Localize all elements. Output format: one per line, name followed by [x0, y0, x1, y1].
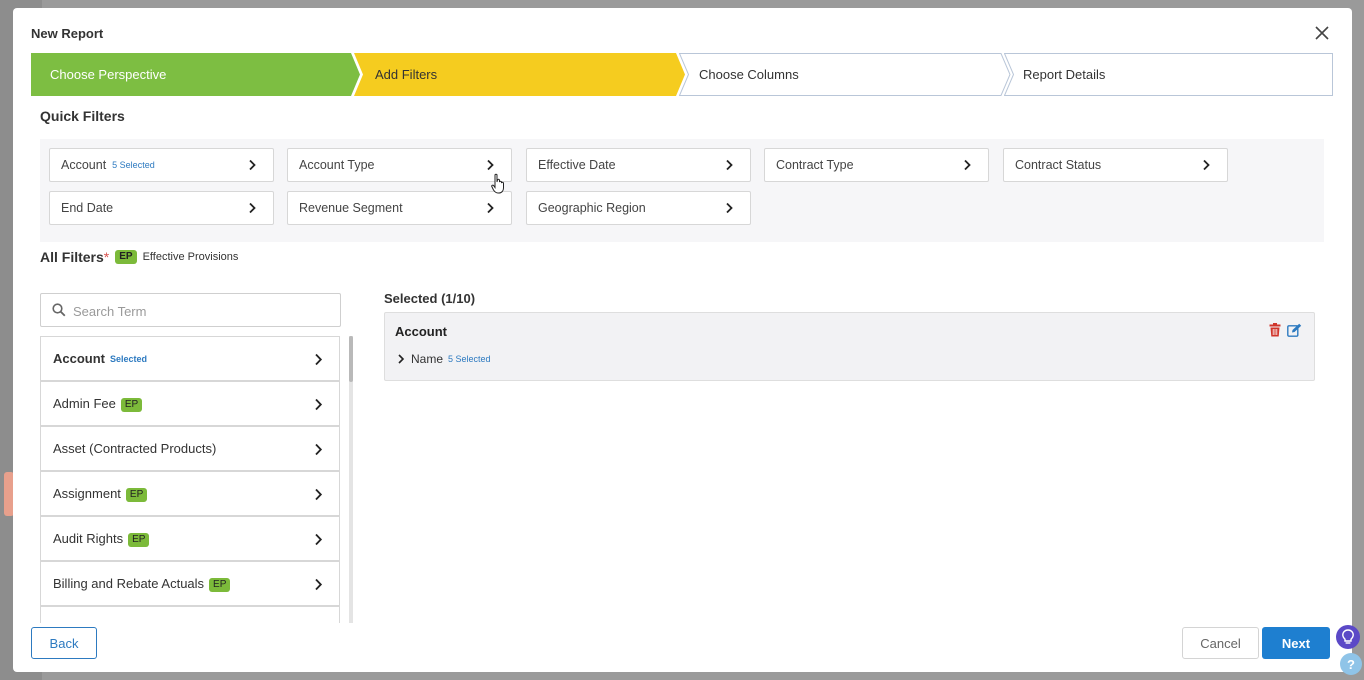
chevron-right-icon [315, 353, 323, 366]
selected-count: 5 Selected [112, 160, 155, 170]
filter-item-label: Billing and Rebate Actuals [53, 576, 205, 591]
selected-title: Selected (1/10) [384, 291, 476, 306]
cancel-button[interactable]: Cancel [1182, 627, 1259, 659]
chevron-right-icon [315, 533, 323, 546]
lightbulb-help-button[interactable] [1336, 625, 1360, 649]
step-choose-perspective[interactable]: Choose Perspective [31, 53, 361, 96]
chevron-right-icon [249, 202, 256, 214]
quick-filter-label: Contract Status [1015, 158, 1102, 172]
scrollbar-thumb[interactable] [349, 336, 353, 382]
quick-filter-contract-type[interactable]: Contract Type [764, 148, 989, 182]
ep-legend-text: Effective Provisions [142, 251, 239, 263]
quick-filters-panel: Account 5 Selected Account Type Effectiv… [40, 139, 1324, 242]
quick-filter-effective-date[interactable]: Effective Date [526, 148, 751, 182]
chevron-right-icon [964, 159, 971, 171]
step-label: Add Filters [375, 67, 438, 82]
ep-badge: EP [209, 578, 231, 592]
chevron-right-icon [249, 159, 256, 171]
wizard-stepper: Choose Perspective Add Filters Choose Co… [31, 53, 1333, 96]
quick-filter-revenue-segment[interactable]: Revenue Segment [287, 191, 512, 225]
close-icon [1315, 26, 1329, 40]
filter-item-asset[interactable]: Asset (Contracted Products) [40, 426, 340, 471]
quick-filters-title: Quick Filters [40, 108, 125, 124]
filter-item-label: Assignment [53, 486, 121, 501]
chevron-right-icon [726, 159, 733, 171]
step-label: Report Details [1023, 67, 1106, 82]
filter-item-label: Admin Fee [53, 396, 116, 411]
filter-item-audit-rights[interactable]: Audit Rights EP [40, 516, 340, 561]
selected-field-row[interactable]: Name 5 Selected [397, 352, 491, 366]
quick-filter-label: Contract Type [776, 158, 854, 172]
quick-filter-label: Effective Date [538, 158, 616, 172]
step-label: Choose Columns [699, 67, 799, 82]
chevron-right-icon [487, 202, 494, 214]
hand-cursor-icon [491, 173, 504, 194]
quick-filter-geographic-region[interactable]: Geographic Region [526, 191, 751, 225]
all-filters-list: Account Selected Admin Fee EP Asset (Con… [40, 336, 340, 623]
selected-count: 5 Selected [448, 354, 491, 364]
quick-filter-account[interactable]: Account 5 Selected [49, 148, 274, 182]
edit-icon[interactable] [1287, 323, 1302, 337]
next-button[interactable]: Next [1262, 627, 1330, 659]
chevron-right-icon [315, 578, 323, 591]
quick-filter-label: Account [61, 158, 107, 172]
chevron-right-icon [1203, 159, 1210, 171]
all-filters-title: All Filters [40, 249, 104, 265]
all-filters-header: All Filters * EP Effective Provisions [40, 249, 238, 265]
search-icon [52, 303, 66, 317]
quick-filter-label: End Date [61, 201, 114, 215]
quick-filter-label: Account Type [299, 158, 375, 172]
quick-filter-label: Revenue Segment [299, 201, 403, 215]
ep-badge: EP [120, 398, 143, 412]
selected-indicator: Selected [110, 353, 148, 364]
search-field[interactable] [40, 293, 341, 327]
step-choose-columns[interactable]: Choose Columns [679, 53, 1011, 96]
filter-item-next-partial[interactable] [40, 606, 340, 623]
selected-filter-title: Account [395, 324, 447, 339]
close-button[interactable] [1311, 22, 1333, 44]
chevron-right-icon [315, 488, 323, 501]
modal-title: New Report [31, 26, 104, 41]
chevron-right-icon [487, 159, 494, 171]
search-input[interactable] [73, 300, 333, 322]
chevron-right-icon [726, 202, 733, 214]
trash-icon[interactable] [1269, 323, 1281, 337]
ep-badge: EP [115, 250, 137, 264]
back-button[interactable]: Back [31, 627, 97, 659]
quick-filter-label: Geographic Region [538, 201, 646, 215]
quick-filter-account-type[interactable]: Account Type [287, 148, 512, 182]
filter-item-label: Asset (Contracted Products) [53, 441, 217, 456]
step-report-details[interactable]: Report Details [1004, 53, 1333, 96]
required-mark: * [103, 249, 110, 265]
filter-item-admin-fee[interactable]: Admin Fee EP [40, 381, 340, 426]
filter-item-label: Audit Rights [53, 531, 124, 546]
lightbulb-icon [1342, 629, 1354, 644]
filter-list-scrollbar[interactable] [349, 336, 353, 623]
quick-filter-end-date[interactable]: End Date [49, 191, 274, 225]
filter-item-label: Account [53, 351, 105, 366]
ep-badge: EP [125, 488, 148, 502]
ep-badge: EP [128, 533, 150, 547]
selected-field-label: Name [411, 352, 444, 366]
selected-filter-card: Account Name 5 Selected [384, 312, 1315, 381]
help-button[interactable]: ? [1340, 653, 1362, 675]
filter-item-account[interactable]: Account Selected [40, 336, 340, 381]
chevron-right-icon [315, 443, 323, 456]
quick-filter-contract-status[interactable]: Contract Status [1003, 148, 1228, 182]
chevron-right-icon [398, 354, 405, 364]
filter-item-billing-rebate[interactable]: Billing and Rebate Actuals EP [40, 561, 340, 606]
step-add-filters[interactable]: Add Filters [354, 53, 686, 96]
new-report-modal: New Report Choose Perspective Add Filter… [13, 8, 1352, 672]
chevron-right-icon [315, 398, 323, 411]
filter-item-assignment[interactable]: Assignment EP [40, 471, 340, 516]
step-label: Choose Perspective [50, 67, 167, 82]
